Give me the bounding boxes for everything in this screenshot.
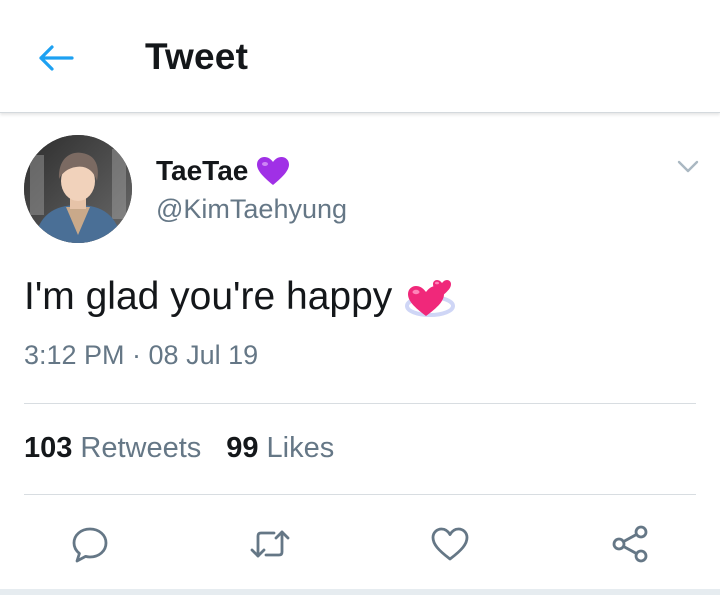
divider (24, 403, 696, 404)
tweet-stats: 103 Retweets 99 Likes (24, 432, 334, 465)
bottom-edge (0, 589, 720, 595)
purple-heart-emoji-icon (257, 157, 290, 185)
retweet-icon (250, 530, 290, 558)
top-app-bar: Tweet (0, 0, 720, 113)
page-title: Tweet (145, 36, 249, 77)
tweet-text: I'm glad you're happy (24, 275, 393, 318)
tweet-body: I'm glad you're happy (24, 274, 456, 320)
username[interactable]: @KimTaehyung (156, 194, 347, 225)
retweet-button[interactable] (246, 520, 294, 568)
avatar-photo (24, 135, 132, 243)
heart-icon (431, 527, 469, 561)
retweets-label[interactable]: Retweets (80, 432, 201, 465)
likes-label[interactable]: Likes (267, 432, 335, 465)
author-name-row[interactable]: TaeTae (156, 152, 290, 190)
share-icon (612, 525, 648, 563)
tweet-menu-button[interactable] (672, 150, 704, 182)
avatar[interactable] (24, 135, 132, 243)
likes-count[interactable]: 99 (226, 432, 258, 465)
like-button[interactable] (426, 520, 474, 568)
display-name: TaeTae (156, 155, 249, 186)
chevron-down-icon (677, 160, 699, 173)
reply-icon (72, 527, 108, 563)
arrow-left-icon (39, 45, 74, 71)
two-hearts-emoji-icon (405, 280, 456, 317)
back-button[interactable] (34, 38, 78, 78)
divider (24, 494, 696, 495)
retweets-count[interactable]: 103 (24, 432, 72, 465)
tweet-timestamp[interactable]: 3:12 PM · 08 Jul 19 (24, 340, 258, 371)
share-button[interactable] (606, 520, 654, 568)
reply-button[interactable] (66, 520, 114, 568)
